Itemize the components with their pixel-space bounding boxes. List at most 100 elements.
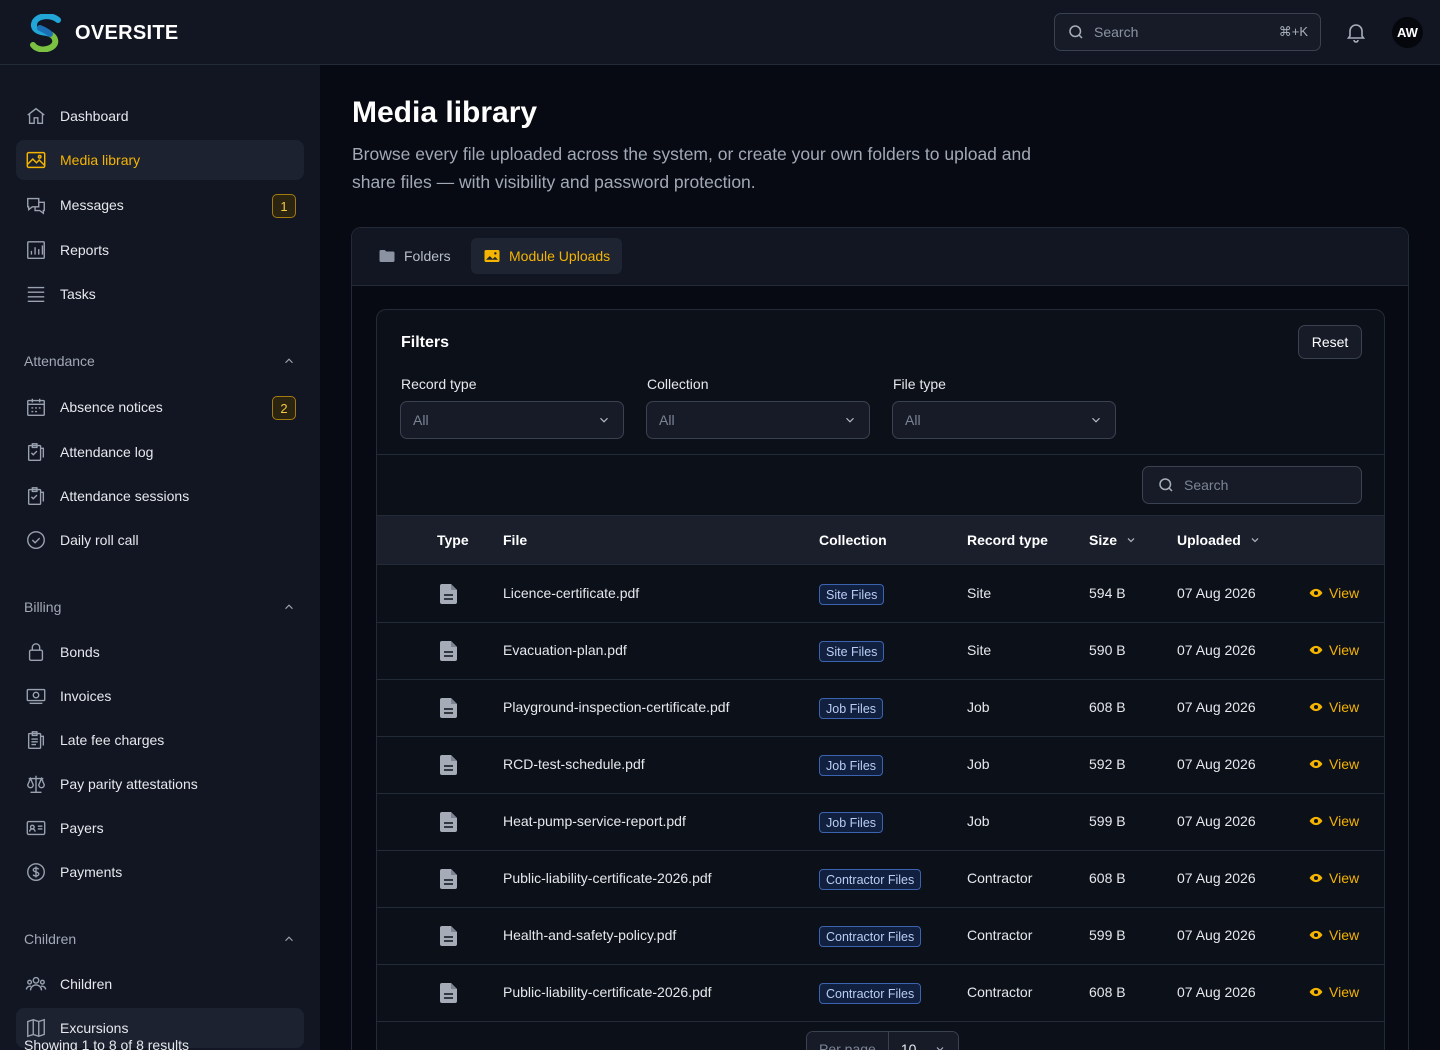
table-search-placeholder: Search	[1184, 477, 1229, 493]
global-search[interactable]: Search ⌘+K	[1054, 13, 1321, 51]
file-name[interactable]: Playground-inspection-certificate.pdf	[503, 699, 729, 715]
search-icon	[1069, 25, 1083, 39]
collection-select[interactable]: All	[646, 401, 870, 439]
view-button[interactable]: View	[1309, 642, 1359, 658]
chevron-down-icon	[846, 417, 854, 423]
uploaded-cell: 07 Aug 2026	[1177, 813, 1256, 829]
size-cell: 608 B	[1089, 699, 1126, 715]
file-name[interactable]: Health-and-safety-policy.pdf	[503, 927, 676, 943]
sidebar-item-absence-notices[interactable]: Absence notices 2	[16, 387, 304, 427]
chevron-down-icon	[1249, 534, 1261, 546]
sidebar-item-media-library[interactable]: Media library	[16, 140, 304, 180]
sidebar-item-label: Payments	[60, 864, 123, 880]
collection-badge: Contractor Files	[819, 869, 922, 890]
file-name[interactable]: Heat-pump-service-report.pdf	[503, 813, 686, 829]
column-type: Type	[437, 532, 469, 548]
select-value: All	[413, 412, 429, 428]
sidebar-item-bonds[interactable]: Bonds	[16, 632, 304, 672]
logo-mark-icon	[30, 14, 61, 52]
logo[interactable]: OVERSITE	[28, 14, 179, 52]
chevron-down-icon	[1092, 417, 1100, 423]
uploaded-cell: 07 Aug 2026	[1177, 642, 1256, 658]
collection-badge: Contractor Files	[819, 983, 922, 1004]
file-type-select[interactable]: All	[892, 401, 1116, 439]
uploaded-cell: 07 Aug 2026	[1177, 699, 1256, 715]
tab-module-uploads[interactable]: Module Uploads	[471, 238, 623, 274]
collection-badge: Job Files	[819, 812, 884, 833]
document-icon	[439, 583, 459, 608]
sidebar-item-late-fee-charges[interactable]: Late fee charges	[16, 720, 304, 760]
file-name[interactable]: Public-liability-certificate-2026.pdf	[503, 870, 712, 886]
table-search-input[interactable]: Search	[1142, 466, 1362, 504]
document-icon	[439, 868, 459, 893]
sidebar-item-invoices[interactable]: Invoices	[16, 676, 304, 716]
column-file: File	[503, 532, 528, 548]
sidebar-item-attendance-log[interactable]: Attendance log	[16, 432, 304, 472]
collection-badge: Job Files	[819, 755, 884, 776]
sidebar: Dashboard Media library Messages 1 Repor…	[0, 65, 320, 1050]
record-type-cell: Contractor	[967, 984, 1033, 1000]
sidebar-item-payers[interactable]: Payers	[16, 808, 304, 848]
section-attendance-toggle[interactable]: Attendance	[24, 353, 296, 369]
file-name[interactable]: Licence-certificate.pdf	[503, 585, 639, 601]
users-icon	[24, 972, 48, 996]
file-name[interactable]: Evacuation-plan.pdf	[503, 642, 627, 658]
section-billing-toggle[interactable]: Billing	[24, 599, 296, 615]
view-button[interactable]: View	[1309, 813, 1359, 829]
per-page-value: 10	[900, 1041, 917, 1050]
view-button[interactable]: View	[1309, 984, 1359, 1000]
eye-icon	[1309, 871, 1323, 885]
view-button[interactable]: View	[1309, 870, 1359, 886]
filters-title: Filters	[401, 334, 450, 351]
reset-button[interactable]: Reset	[1298, 325, 1362, 359]
chevron-down-icon	[600, 417, 608, 423]
view-button[interactable]: View	[1309, 699, 1359, 715]
section-children-toggle[interactable]: Children	[24, 931, 296, 947]
sidebar-item-reports[interactable]: Reports	[16, 230, 304, 270]
tab-folders[interactable]: Folders	[366, 238, 463, 274]
sidebar-item-label: Bonds	[60, 644, 100, 660]
notifications-button[interactable]	[1344, 20, 1368, 47]
user-avatar[interactable]: AW	[1392, 17, 1423, 48]
sidebar-item-messages[interactable]: Messages 1	[16, 185, 304, 225]
record-type-select[interactable]: All	[400, 401, 624, 439]
sidebar-item-payments[interactable]: Payments	[16, 852, 304, 892]
uploaded-cell: 07 Aug 2026	[1177, 927, 1256, 943]
eye-icon	[1309, 700, 1323, 714]
sidebar-item-pay-parity-attestations[interactable]: Pay parity attestations	[16, 764, 304, 804]
size-cell: 592 B	[1089, 756, 1126, 772]
column-uploaded-sort[interactable]: Uploaded	[1177, 532, 1261, 548]
table-row: Health-and-safety-policy.pdf Contractor F…	[377, 908, 1384, 965]
file-type-label: File type	[893, 376, 946, 392]
table-row: Evacuation-plan.pdf Site Files Site 590 B 07…	[377, 623, 1384, 680]
column-record-type: Record type	[967, 532, 1048, 548]
sidebar-item-daily-roll-call[interactable]: Daily roll call	[16, 520, 304, 560]
collection-badge: Job Files	[819, 698, 884, 719]
view-label: View	[1329, 585, 1360, 601]
column-size-sort[interactable]: Size	[1089, 532, 1137, 548]
sidebar-item-children[interactable]: Children	[16, 964, 304, 1004]
document-icon	[439, 811, 459, 836]
view-button[interactable]: View	[1309, 927, 1359, 943]
sidebar-item-label: Attendance log	[60, 444, 154, 460]
column-label: Uploaded	[1177, 532, 1241, 548]
sidebar-item-attendance-sessions[interactable]: Attendance sessions	[16, 476, 304, 516]
view-label: View	[1329, 813, 1360, 829]
per-page-select[interactable]: Per page 10	[806, 1031, 960, 1050]
view-button[interactable]: View	[1309, 585, 1359, 601]
file-name[interactable]: Public-liability-certificate-2026.pdf	[503, 984, 712, 1000]
view-label: View	[1329, 642, 1360, 658]
global-search-placeholder: Search	[1094, 24, 1139, 40]
sidebar-item-label: Reports	[60, 242, 110, 258]
absence-count-badge: 2	[272, 396, 296, 420]
collection-label: Collection	[647, 376, 709, 392]
search-shortcut: ⌘+K	[1278, 24, 1308, 39]
sidebar-item-label: Daily roll call	[60, 532, 139, 548]
select-value: All	[659, 412, 675, 428]
sidebar-item-tasks[interactable]: Tasks	[16, 274, 304, 314]
sidebar-item-label: Excursions	[60, 1020, 129, 1036]
sidebar-item-dashboard[interactable]: Dashboard	[16, 96, 304, 136]
size-cell: 594 B	[1089, 585, 1126, 601]
view-button[interactable]: View	[1309, 756, 1359, 772]
file-name[interactable]: RCD-test-schedule.pdf	[503, 756, 645, 772]
